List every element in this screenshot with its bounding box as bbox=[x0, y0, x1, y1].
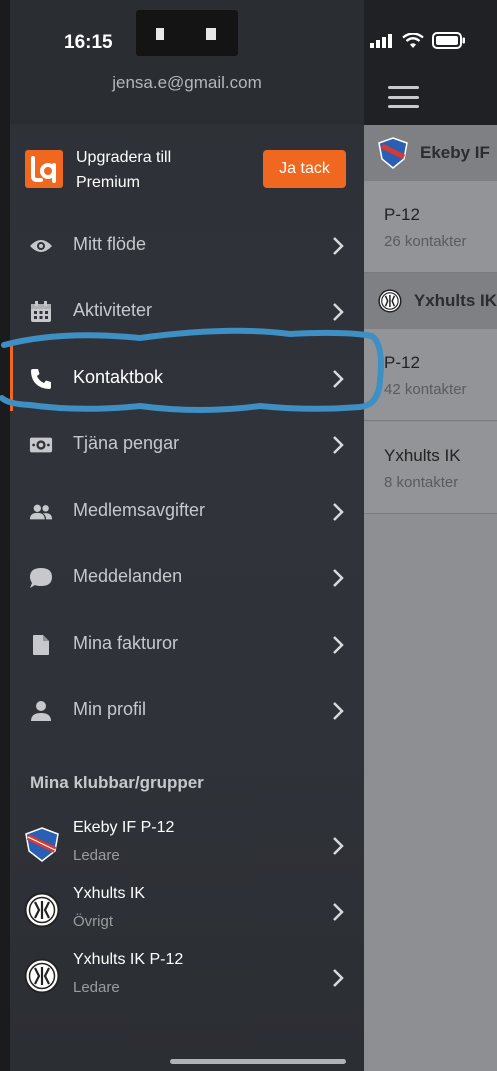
menu-item-aktiviteter[interactable]: Aktiviteter bbox=[10, 278, 364, 344]
contacts-row-count: 26 kontakter bbox=[384, 233, 467, 250]
contacts-group-club-name: Ekeby IF bbox=[420, 143, 490, 162]
account-email: jensa.e@gmail.com bbox=[112, 73, 262, 92]
club-name: Yxhults IK P-12 bbox=[73, 951, 184, 968]
content-top-bar bbox=[364, 0, 497, 125]
contacts-list-row[interactable]: P-12 42 kontakter bbox=[364, 329, 497, 421]
ekeby-crest-icon bbox=[25, 827, 59, 862]
person-icon bbox=[29, 699, 53, 723]
menu-item-medlemsavgifter[interactable]: Medlemsavgifter bbox=[10, 478, 364, 544]
chevron-right-icon bbox=[333, 237, 344, 255]
menu-item-label: Mina fakturor bbox=[73, 633, 179, 653]
home-indicator[interactable] bbox=[170, 1059, 346, 1064]
premium-banner: Upgradera till Premium Ja tack bbox=[10, 124, 364, 214]
menu-item-label: Mitt flöde bbox=[73, 234, 147, 254]
contacts-row-title: P-12 bbox=[384, 353, 420, 372]
menu-item-mina-fakturor[interactable]: Mina fakturor bbox=[10, 611, 364, 677]
status-time: 16:15 bbox=[64, 32, 113, 53]
contacts-list-row[interactable]: Yxhults IK 8 kontakter bbox=[364, 422, 497, 514]
chevron-right-icon bbox=[333, 503, 344, 521]
screen-edge bbox=[0, 0, 10, 1071]
chevron-right-icon bbox=[333, 837, 344, 855]
contacts-row-count: 8 kontakter bbox=[384, 474, 459, 491]
chevron-right-icon bbox=[333, 303, 344, 321]
chevron-right-icon bbox=[333, 969, 344, 987]
chevron-right-icon bbox=[333, 636, 344, 654]
menu-item-label: Min profil bbox=[73, 699, 147, 719]
yxhult-crest-icon bbox=[24, 958, 60, 994]
contacts-panel: Ekeby IF P-12 26 kontakter Yxhults IK P-… bbox=[364, 0, 497, 1071]
calendar-icon bbox=[29, 300, 53, 324]
menu-item-mitt-flode[interactable]: Mitt flöde bbox=[10, 212, 364, 278]
chevron-right-icon bbox=[333, 702, 344, 720]
club-role: Ledare bbox=[73, 979, 120, 996]
document-icon bbox=[29, 633, 53, 657]
menu-item-meddelanden[interactable]: Meddelanden bbox=[10, 544, 364, 610]
contacts-group-club-name: Yxhults IK bbox=[413, 291, 497, 310]
drawer-header: 16:15 jensa.e@gmail.com bbox=[10, 0, 364, 124]
menu-item-kontaktbok[interactable]: Kontaktbok bbox=[10, 345, 364, 411]
status-indicators bbox=[370, 32, 466, 49]
contacts-list-row[interactable]: P-12 26 kontakter bbox=[364, 181, 497, 273]
premium-upgrade-text: Upgradera till Premium bbox=[76, 149, 172, 191]
people-icon bbox=[29, 500, 53, 524]
chevron-right-icon bbox=[333, 569, 344, 587]
hamburger-menu-icon[interactable] bbox=[388, 86, 419, 108]
navigation-drawer: 16:15 jensa.e@gmail.com Upgradera till P… bbox=[10, 0, 364, 1071]
contacts-group-header: Ekeby IF bbox=[364, 125, 497, 181]
menu-item-label: Meddelanden bbox=[73, 566, 183, 586]
yxhult-crest-icon bbox=[24, 892, 60, 928]
eye-icon bbox=[29, 234, 53, 258]
app-logo-icon bbox=[25, 150, 63, 188]
battery-icon bbox=[432, 32, 465, 49]
club-item-ekeby-if-p12[interactable]: Ekeby IF P-12 Ledare bbox=[10, 812, 364, 878]
chat-bubble-icon bbox=[29, 566, 53, 590]
club-name: Yxhults IK bbox=[73, 885, 146, 902]
contacts-group-header: Yxhults IK bbox=[364, 273, 497, 329]
yxhult-crest-icon bbox=[378, 289, 402, 313]
club-role: Övrigt bbox=[73, 913, 114, 930]
profile-photo bbox=[136, 10, 238, 56]
club-name: Ekeby IF P-12 bbox=[73, 819, 175, 836]
ekeby-crest-icon bbox=[378, 137, 408, 169]
menu-item-label: Medlemsavgifter bbox=[73, 500, 206, 520]
chevron-right-icon bbox=[333, 370, 344, 388]
contacts-row-title: Yxhults IK bbox=[384, 446, 461, 465]
club-item-yxhults-ik[interactable]: Yxhults IK Övrigt bbox=[10, 878, 364, 944]
upgrade-accept-button[interactable]: Ja tack bbox=[263, 150, 346, 188]
chevron-right-icon bbox=[333, 903, 344, 921]
menu-item-label: Aktiviteter bbox=[73, 300, 153, 320]
contacts-row-title: P-12 bbox=[384, 205, 420, 224]
clubs-section-title: Mina klubbar/grupper bbox=[30, 773, 204, 792]
menu-item-label: Tjäna pengar bbox=[73, 433, 180, 453]
signal-icon bbox=[370, 33, 392, 48]
money-icon bbox=[29, 433, 53, 457]
club-role: Ledare bbox=[73, 847, 120, 864]
wifi-icon bbox=[402, 32, 424, 48]
contacts-row-count: 42 kontakter bbox=[384, 381, 467, 398]
menu-item-tjana-pengar[interactable]: Tjäna pengar bbox=[10, 411, 364, 477]
club-item-yxhults-ik-p12[interactable]: Yxhults IK P-12 Ledare bbox=[10, 944, 364, 1010]
phone-icon bbox=[29, 367, 53, 391]
menu-item-min-profil[interactable]: Min profil bbox=[10, 677, 364, 743]
chevron-right-icon bbox=[333, 436, 344, 454]
menu-item-label: Kontaktbok bbox=[73, 367, 164, 387]
